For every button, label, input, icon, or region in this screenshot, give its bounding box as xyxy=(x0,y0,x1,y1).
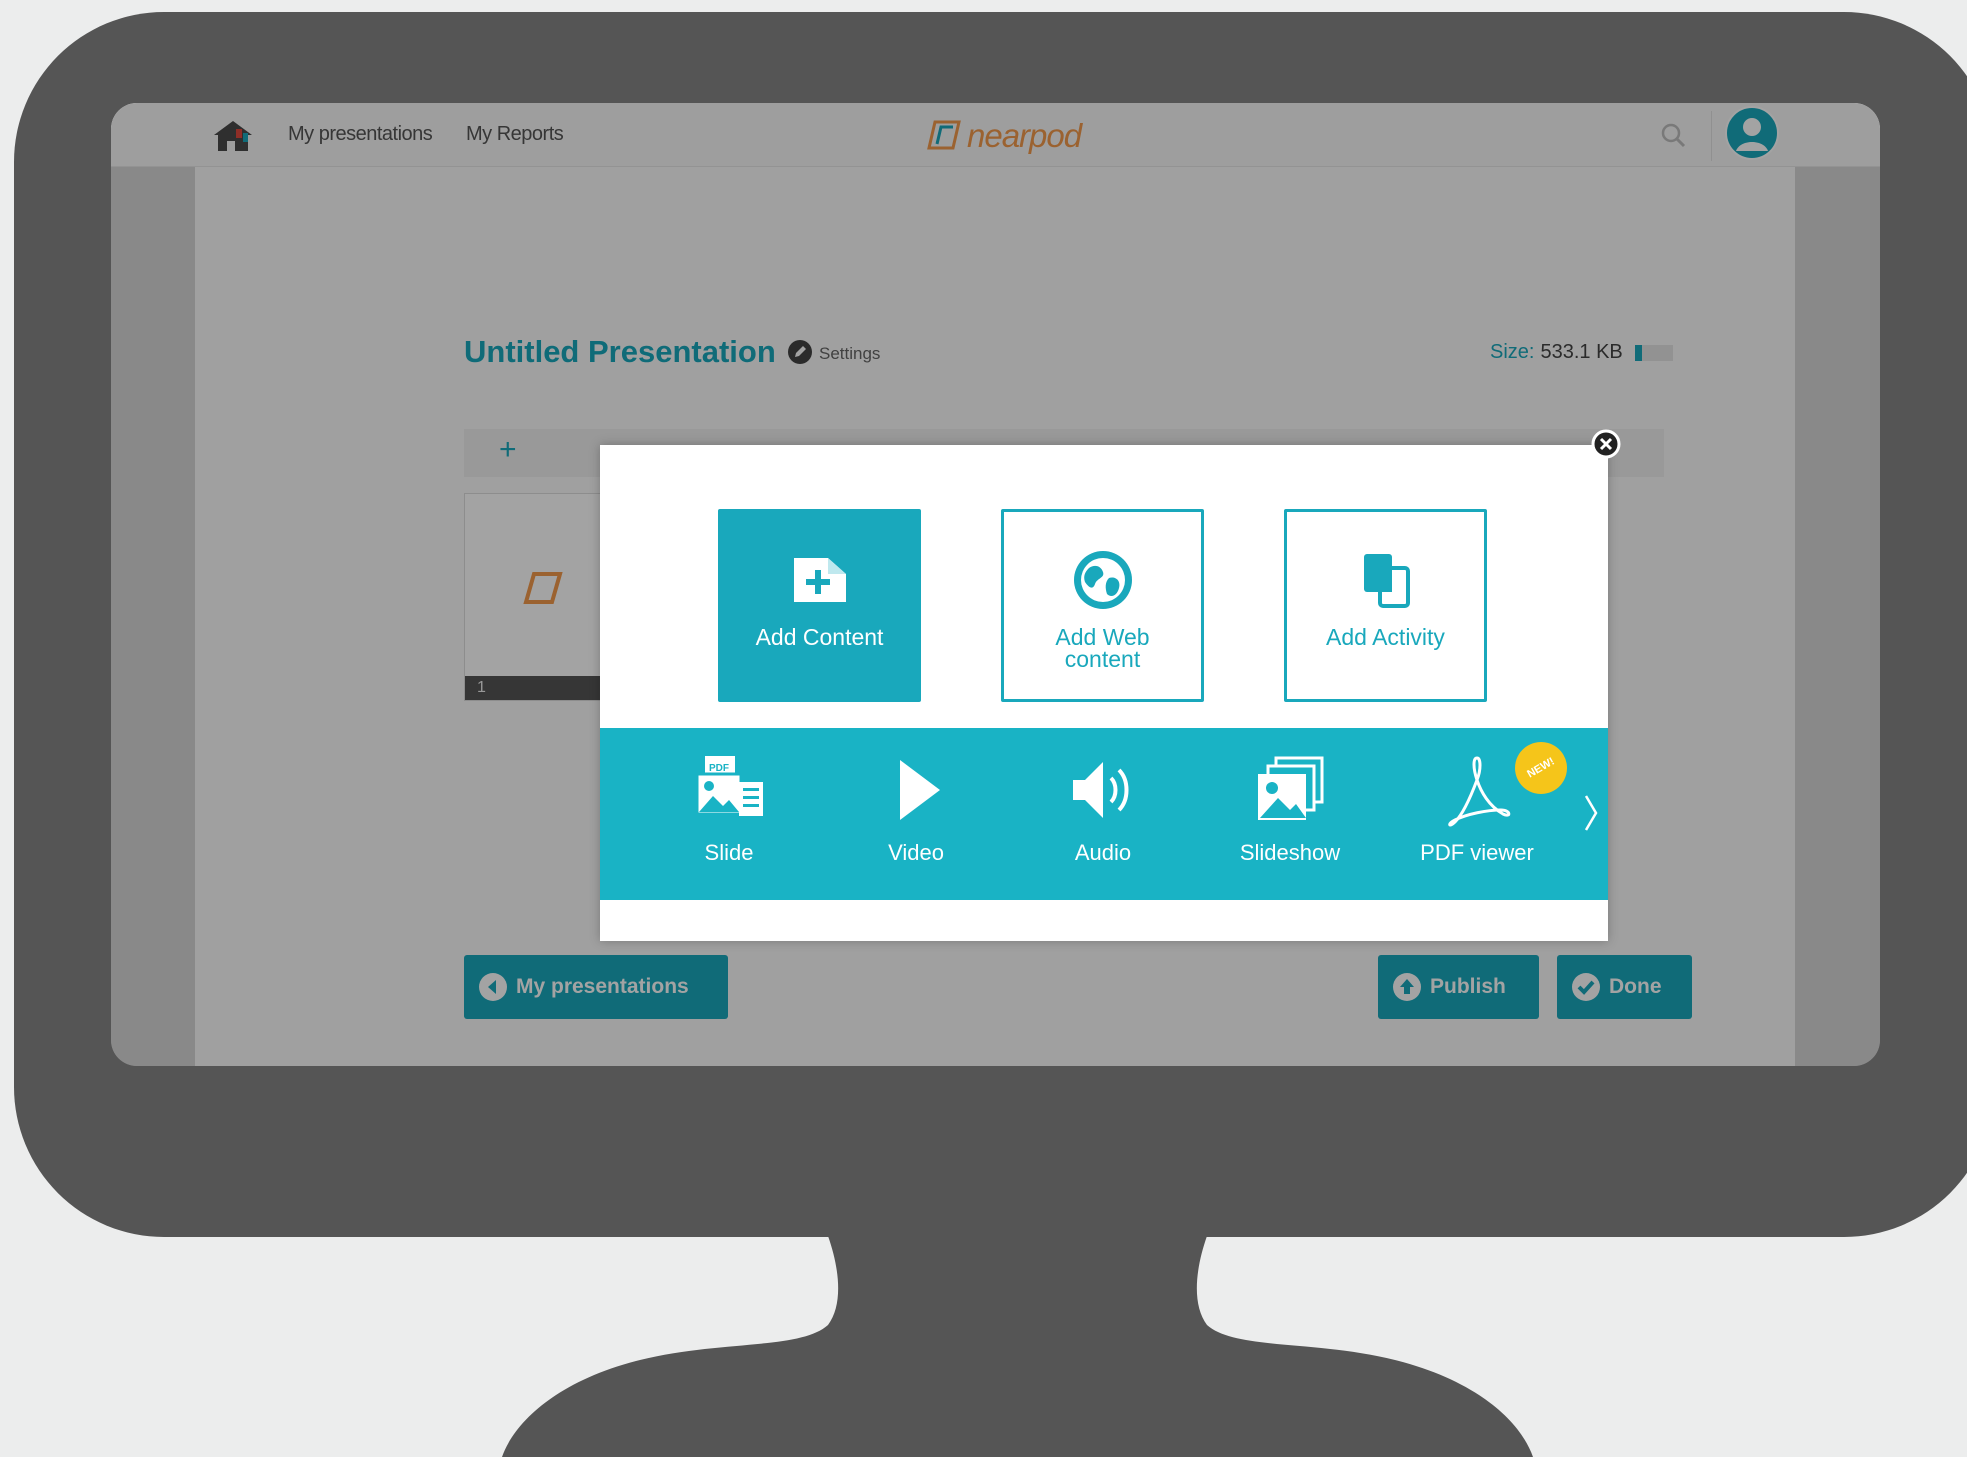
close-icon[interactable] xyxy=(1591,429,1621,459)
globe-icon xyxy=(1073,551,1132,609)
activity-icon xyxy=(1363,554,1410,608)
add-web-content-label: Add Web content xyxy=(1055,624,1150,672)
content-type-band: PDF Slide Video Audio Slideshow PDF view… xyxy=(600,728,1608,900)
slideshow-icon xyxy=(1258,756,1324,820)
add-content-card[interactable]: Add Content xyxy=(718,509,921,702)
play-icon xyxy=(900,760,940,820)
chevron-right-icon[interactable] xyxy=(1582,788,1602,838)
add-file-icon xyxy=(793,558,846,602)
tool-video[interactable]: Video xyxy=(841,752,991,866)
tool-slide[interactable]: PDF Slide xyxy=(654,752,804,866)
add-content-modal: Add Content Add Web content Add Activity xyxy=(600,445,1608,941)
tool-slideshow[interactable]: Slideshow xyxy=(1215,752,1365,866)
slide-label: Slide xyxy=(704,840,754,865)
slideshow-label: Slideshow xyxy=(1239,840,1341,865)
screen: My presentations My Reports nearpod Unti… xyxy=(111,103,1880,1066)
add-content-label: Add Content xyxy=(755,624,884,650)
video-label: Video xyxy=(888,840,944,865)
slide-icon: PDF xyxy=(695,756,763,816)
add-activity-label: Add Activity xyxy=(1326,624,1445,650)
pdf-icon xyxy=(1448,756,1511,827)
add-web-content-card[interactable]: Add Web content xyxy=(1001,509,1204,702)
tool-audio[interactable]: Audio xyxy=(1028,752,1178,866)
speaker-icon xyxy=(1073,762,1129,818)
svg-text:PDF: PDF xyxy=(709,763,729,774)
pdf-viewer-label: PDF viewer xyxy=(1420,840,1534,865)
audio-label: Audio xyxy=(1074,840,1132,865)
add-activity-card[interactable]: Add Activity xyxy=(1284,509,1487,702)
